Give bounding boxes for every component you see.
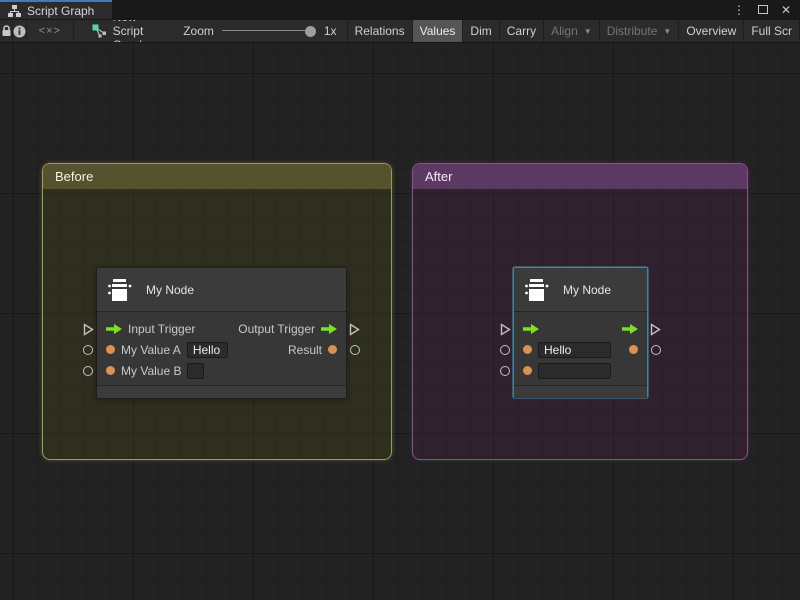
zoom-label: Zoom	[183, 24, 214, 38]
port-row-value-b	[514, 360, 647, 381]
node-title: My Node	[146, 283, 194, 297]
value-input-port-icon[interactable]	[523, 366, 532, 375]
external-value-output-icon[interactable]	[651, 345, 661, 355]
code-brackets-icon: <×>	[39, 25, 61, 37]
graph-canvas[interactable]: Before After My Node	[0, 43, 800, 600]
flow-input-port-icon[interactable]	[106, 324, 122, 334]
external-value-input-icon[interactable]	[83, 366, 93, 376]
chevron-down-icon: ▼	[663, 27, 671, 36]
node-after-header[interactable]: My Node	[514, 268, 647, 312]
value-input-port-icon[interactable]	[106, 345, 115, 354]
maximize-icon[interactable]	[758, 5, 768, 14]
script-graph-window: Script Graph ⋮ ✕ <×>	[0, 0, 800, 600]
value-a-input[interactable]	[187, 342, 228, 358]
port-row-value-a	[514, 339, 647, 360]
node-my-node-after[interactable]: My Node	[513, 267, 648, 398]
value-output-port-icon[interactable]	[328, 345, 337, 354]
info-button[interactable]	[13, 20, 27, 42]
node-after-footer	[514, 385, 647, 398]
dim-label: Dim	[470, 24, 491, 38]
overview-button[interactable]: Overview	[679, 20, 744, 42]
tab-title: Script Graph	[27, 4, 94, 18]
value-input-port-icon[interactable]	[106, 366, 115, 375]
new-script-graph-label: New Script Graph	[113, 19, 154, 43]
value-a-input[interactable]	[538, 342, 611, 358]
chevron-down-icon: ▼	[584, 27, 592, 36]
port-label-input-trigger: Input Trigger	[128, 322, 195, 336]
info-icon	[13, 25, 26, 38]
external-value-input-icon[interactable]	[500, 345, 510, 355]
external-value-input-icon[interactable]	[83, 345, 93, 355]
carry-button[interactable]: Carry	[500, 20, 544, 42]
value-b-input[interactable]	[187, 363, 204, 379]
external-flow-output-icon[interactable]	[349, 323, 360, 336]
external-value-output-icon[interactable]	[350, 345, 360, 355]
value-input-port-icon[interactable]	[523, 345, 532, 354]
flow-output-port-icon[interactable]	[622, 324, 638, 334]
group-before-label: Before	[55, 169, 93, 184]
distribute-dropdown[interactable]: Distribute ▼	[600, 20, 680, 42]
fullscreen-label: Full Scr	[751, 24, 792, 38]
node-before-body: Input Trigger Output Trigger My Value A …	[97, 312, 346, 385]
node-title: My Node	[563, 283, 611, 297]
flow-input-port-icon[interactable]	[523, 324, 539, 334]
align-label: Align	[551, 24, 578, 38]
dim-button[interactable]: Dim	[463, 20, 499, 42]
node-my-node-before[interactable]: My Node Input Trigger Output Trigger My …	[96, 267, 347, 399]
new-script-graph-button[interactable]: New Script Graph	[86, 20, 160, 42]
unit-node-icon	[524, 277, 550, 303]
external-flow-input-icon[interactable]	[500, 323, 511, 336]
group-before-header[interactable]: Before	[43, 164, 391, 189]
zoom-control: Zoom 1x	[183, 20, 336, 42]
node-before-header[interactable]: My Node	[97, 268, 346, 312]
zoom-value: 1x	[324, 24, 337, 38]
node-after-body	[514, 312, 647, 385]
port-label-output-trigger: Output Trigger	[238, 322, 315, 336]
carry-label: Carry	[507, 24, 536, 38]
value-output-port-icon[interactable]	[629, 345, 638, 354]
align-dropdown[interactable]: Align ▼	[544, 20, 600, 42]
fullscreen-button[interactable]: Full Scr	[744, 20, 800, 42]
port-row-trigger: Input Trigger Output Trigger	[97, 318, 346, 339]
unit-node-icon	[107, 277, 133, 303]
group-after-label: After	[425, 169, 452, 184]
new-graph-icon	[92, 24, 107, 38]
overview-label: Overview	[686, 24, 736, 38]
lock-button[interactable]	[0, 20, 13, 42]
graph-hierarchy-icon	[8, 5, 21, 17]
zoom-slider-handle[interactable]	[305, 26, 316, 37]
port-label-result: Result	[288, 343, 322, 357]
graph-toolbar: <×> New Script Graph Zoom 1x Relations V…	[0, 19, 800, 43]
kebab-menu-icon[interactable]: ⋮	[733, 4, 745, 16]
port-row-trigger	[514, 318, 647, 339]
window-controls: ⋮ ✕	[733, 0, 800, 19]
edit-source-button[interactable]: <×>	[27, 20, 73, 42]
port-label-my-value-a: My Value A	[121, 343, 181, 357]
lock-icon	[1, 25, 12, 37]
values-button[interactable]: Values	[413, 20, 464, 42]
zoom-slider-track	[222, 30, 316, 31]
port-label-my-value-b: My Value B	[121, 364, 181, 378]
close-icon[interactable]: ✕	[781, 4, 791, 16]
group-after-header[interactable]: After	[413, 164, 747, 189]
flow-output-port-icon[interactable]	[321, 324, 337, 334]
relations-button[interactable]: Relations	[347, 20, 413, 42]
tab-strip: Script Graph ⋮ ✕	[0, 0, 800, 19]
zoom-slider[interactable]	[222, 25, 316, 37]
port-row-value-a: My Value A Result	[97, 339, 346, 360]
tab-script-graph[interactable]: Script Graph	[0, 0, 112, 19]
external-flow-output-icon[interactable]	[650, 323, 661, 336]
value-b-input[interactable]	[538, 363, 611, 379]
port-row-value-b: My Value B	[97, 360, 346, 381]
external-flow-input-icon[interactable]	[83, 323, 94, 336]
distribute-label: Distribute	[607, 24, 658, 38]
node-before-footer	[97, 385, 346, 398]
toolbar-toggles: Relations Values Dim Carry Align ▼ Distr…	[347, 20, 800, 42]
values-label: Values	[420, 24, 456, 38]
external-value-input-icon[interactable]	[500, 366, 510, 376]
relations-label: Relations	[355, 24, 405, 38]
